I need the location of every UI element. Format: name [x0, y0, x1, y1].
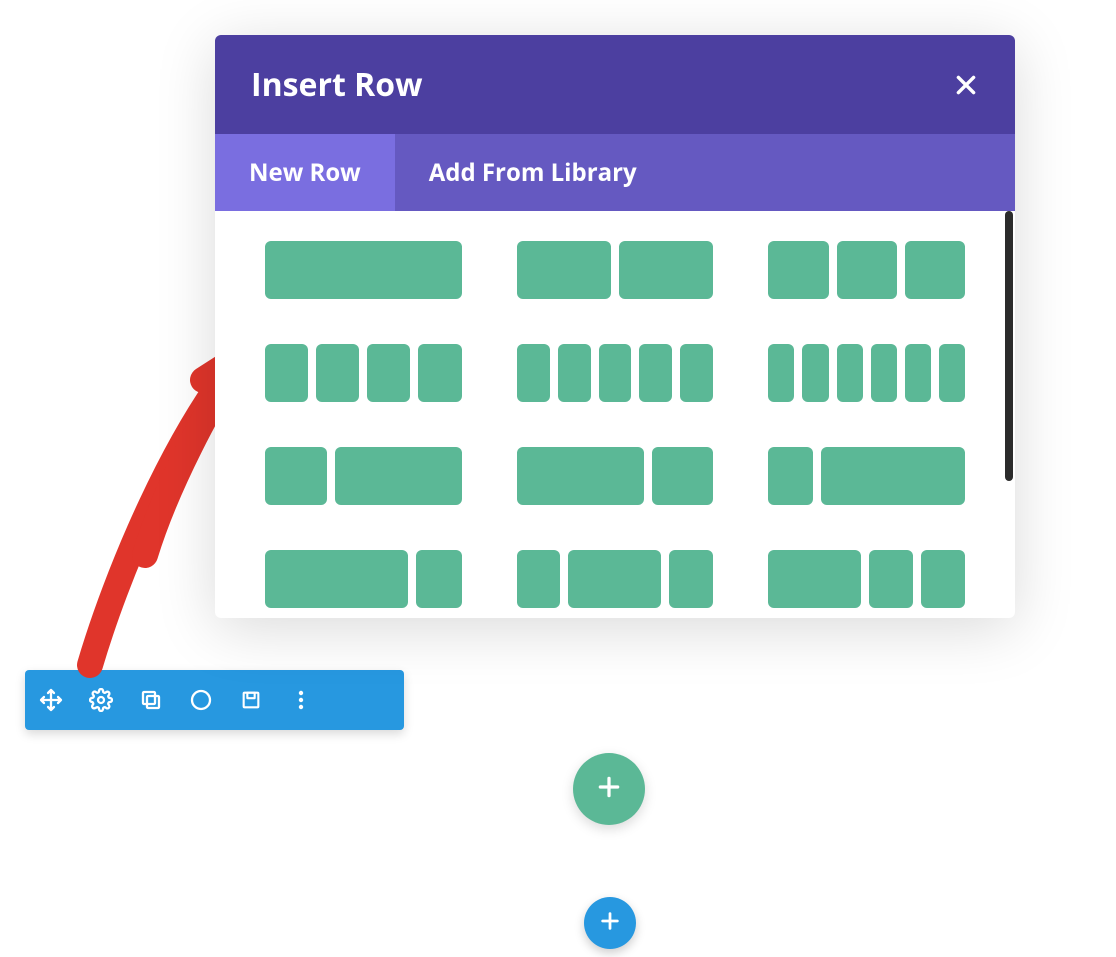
- layout-col: [939, 344, 965, 402]
- layout-col: [768, 344, 794, 402]
- layout-col: [619, 241, 713, 299]
- layout-col: [265, 241, 462, 299]
- save-icon[interactable]: [237, 686, 265, 714]
- layout-col: [558, 344, 591, 402]
- layout-3-4_1-4[interactable]: [265, 550, 462, 608]
- layout-col: [905, 241, 965, 299]
- layout-4-col[interactable]: [265, 344, 462, 402]
- layout-col: [416, 550, 461, 608]
- layout-1-3_2-3[interactable]: [265, 447, 462, 505]
- layout-5-col[interactable]: [517, 344, 714, 402]
- layout-2-col[interactable]: [517, 241, 714, 299]
- plus-icon: [596, 774, 622, 805]
- plus-icon: [599, 910, 621, 937]
- layout-col: [639, 344, 672, 402]
- layout-col: [871, 344, 897, 402]
- layout-col: [367, 344, 410, 402]
- layout-col: [517, 447, 644, 505]
- duplicate-icon[interactable]: [137, 686, 165, 714]
- move-icon[interactable]: [37, 686, 65, 714]
- layout-col: [905, 344, 931, 402]
- gear-icon[interactable]: [87, 686, 115, 714]
- modal-title: Insert Row: [251, 63, 423, 106]
- layout-grid: [265, 241, 965, 608]
- layout-col: [768, 550, 861, 608]
- layout-col: [837, 241, 897, 299]
- layout-col: [517, 241, 611, 299]
- layout-col: [316, 344, 359, 402]
- layout-col: [669, 550, 713, 608]
- layout-col: [768, 447, 813, 505]
- close-icon[interactable]: [953, 72, 979, 98]
- menu-icon[interactable]: [287, 686, 315, 714]
- layout-col: [837, 344, 863, 402]
- layout-col: [265, 344, 308, 402]
- scrollbar[interactable]: [1005, 211, 1013, 481]
- layout-col: [921, 550, 965, 608]
- layout-col: [802, 344, 828, 402]
- layout-1-4_3-4[interactable]: [768, 447, 965, 505]
- modal-body: [215, 211, 1015, 618]
- tab-add-from-library[interactable]: Add From Library: [395, 134, 671, 211]
- layout-1-4_1-2_1-4[interactable]: [517, 550, 714, 608]
- layout-col: [335, 447, 462, 505]
- layout-col: [517, 550, 561, 608]
- layout-col: [821, 447, 965, 505]
- layout-col: [517, 344, 550, 402]
- layout-col: [265, 447, 327, 505]
- layout-col: [265, 550, 408, 608]
- layout-2-3_1-3[interactable]: [517, 447, 714, 505]
- modal-tabs: New Row Add From Library: [215, 134, 1015, 211]
- layout-col: [869, 550, 913, 608]
- layout-col: [680, 344, 713, 402]
- layout-col: [568, 550, 661, 608]
- layout-col: [652, 447, 714, 505]
- add-section-button[interactable]: [584, 897, 636, 949]
- add-row-button[interactable]: [573, 753, 645, 825]
- layout-col: [418, 344, 461, 402]
- tab-new-row[interactable]: New Row: [215, 134, 395, 211]
- layout-1-col[interactable]: [265, 241, 462, 299]
- color-icon[interactable]: [187, 686, 215, 714]
- layout-col: [599, 344, 632, 402]
- modal-header: Insert Row: [215, 35, 1015, 134]
- layout-6-col[interactable]: [768, 344, 965, 402]
- layout-1-2_1-4_1-4[interactable]: [768, 550, 965, 608]
- section-toolbar: [25, 670, 404, 730]
- layout-col: [768, 241, 828, 299]
- insert-row-modal: Insert Row New Row Add From Library: [215, 35, 1015, 618]
- layout-3-col[interactable]: [768, 241, 965, 299]
